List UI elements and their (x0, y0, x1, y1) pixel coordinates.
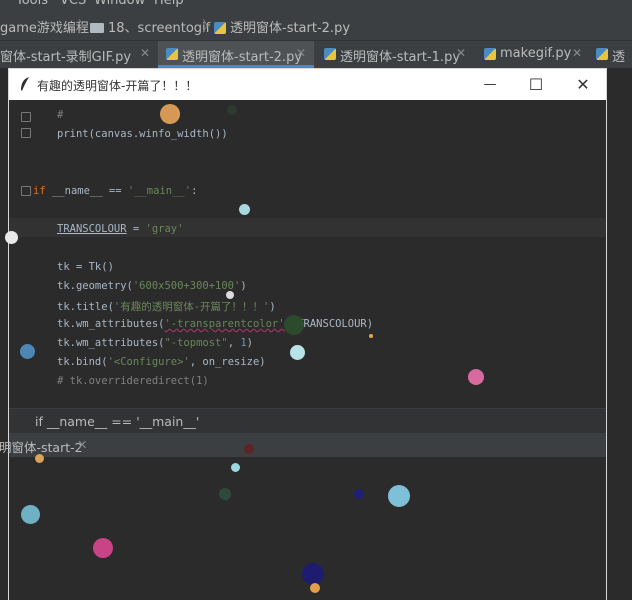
tab-overflow[interactable]: 透 (590, 41, 632, 68)
run-tab-label: 明窗体-start-2 (0, 440, 83, 455)
menu-help[interactable]: Help (154, 0, 184, 8)
code-line: tk.geometry('600x500+300+100') (57, 280, 247, 292)
python-file-icon (484, 48, 496, 60)
tab-record-gif[interactable]: 窗体-start-录制GIF.py ✕ (0, 41, 158, 68)
menu-vcs[interactable]: VCS (60, 0, 86, 8)
code-editor[interactable]: ▶ #) print(canvas.winfo_width()) if __na… (9, 100, 606, 407)
run-tool-tab[interactable]: 明窗体-start-2 ✕ (0, 433, 606, 457)
window-title-bar[interactable]: 有趣的透明窗体-开篇了！！！ — ☐ ✕ (9, 69, 606, 100)
code-line: TRANSCOLOUR = 'gray' (57, 223, 184, 235)
maximize-button[interactable]: ☐ (513, 69, 559, 100)
window-title: 有趣的透明窗体-开篇了！！！ (37, 79, 198, 93)
code-line: if __name__ == '__main__': (33, 185, 198, 197)
close-icon[interactable]: ✕ (296, 46, 306, 60)
code-line: #) (57, 109, 182, 121)
breadcrumb-folder[interactable]: 18、screentogif (108, 17, 210, 36)
code-line: tk.title('有趣的透明窗体-开篇了！！！') (57, 301, 276, 313)
fold-icon[interactable] (21, 186, 31, 196)
close-icon[interactable]: ✕ (77, 437, 87, 452)
feather-icon (21, 77, 29, 91)
structure-breadcrumb[interactable]: if __name__ == '__main__' (9, 408, 606, 434)
close-icon[interactable]: ✕ (140, 46, 150, 60)
fold-icon[interactable] (21, 112, 31, 122)
python-file-icon (324, 48, 336, 60)
navigation-bar: game游戏编程 〉 18、screentogif 〉 透明窗体-start-2… (0, 10, 632, 41)
python-file-icon (596, 48, 608, 60)
tab-start-1[interactable]: 透明窗体-start-1.py ✕ (316, 41, 474, 68)
close-icon[interactable]: ✕ (456, 46, 466, 60)
code-line: tk = Tk() (57, 261, 114, 273)
tab-label: 透 (612, 50, 626, 65)
code-line: print(canvas.winfo_width()) (57, 128, 228, 140)
close-button[interactable]: ✕ (560, 69, 606, 100)
tab-label: makegif.py (500, 46, 572, 61)
minimize-button[interactable]: — (467, 69, 513, 100)
breadcrumb-scope: if __name__ == '__main__' (35, 414, 200, 429)
python-file-icon (166, 48, 178, 60)
menu-window[interactable]: Window (94, 0, 145, 8)
menu-tools[interactable]: Tools (16, 0, 48, 8)
breadcrumb-file[interactable]: 透明窗体-start-2.py (230, 17, 350, 36)
code-line: tk.wm_attributes('-transparentcolor', TR… (57, 318, 374, 330)
breadcrumb-project[interactable]: game游戏编程 (0, 17, 89, 36)
code-line: # tk.overrideredirect(1) (57, 375, 209, 387)
tab-label: 透明窗体-start-2.py (182, 50, 303, 65)
folder-icon (90, 23, 104, 33)
editor-tab-bar: 窗体-start-录制GIF.py ✕ 透明窗体-start-2.py ✕ 透明… (0, 41, 632, 68)
menu-bar: Tools VCS Window Help (0, 0, 632, 10)
code-line: tk.wm_attributes("-topmost", 1) (57, 337, 253, 349)
transparent-window: 有趣的透明窗体-开篇了！！！ — ☐ ✕ ▶ #) print(canvas.w… (0, 68, 607, 600)
tab-start-2[interactable]: 透明窗体-start-2.py ✕ (158, 41, 314, 68)
fold-icon[interactable] (21, 128, 31, 138)
close-icon[interactable]: ✕ (572, 46, 582, 60)
python-file-icon (214, 22, 226, 34)
tab-label: 窗体-start-录制GIF.py (0, 50, 132, 65)
code-line: tk.bind('<Configure>', on_resize) (57, 356, 266, 368)
tab-makegif[interactable]: makegif.py ✕ (476, 41, 586, 68)
tab-label: 透明窗体-start-1.py (340, 50, 461, 65)
